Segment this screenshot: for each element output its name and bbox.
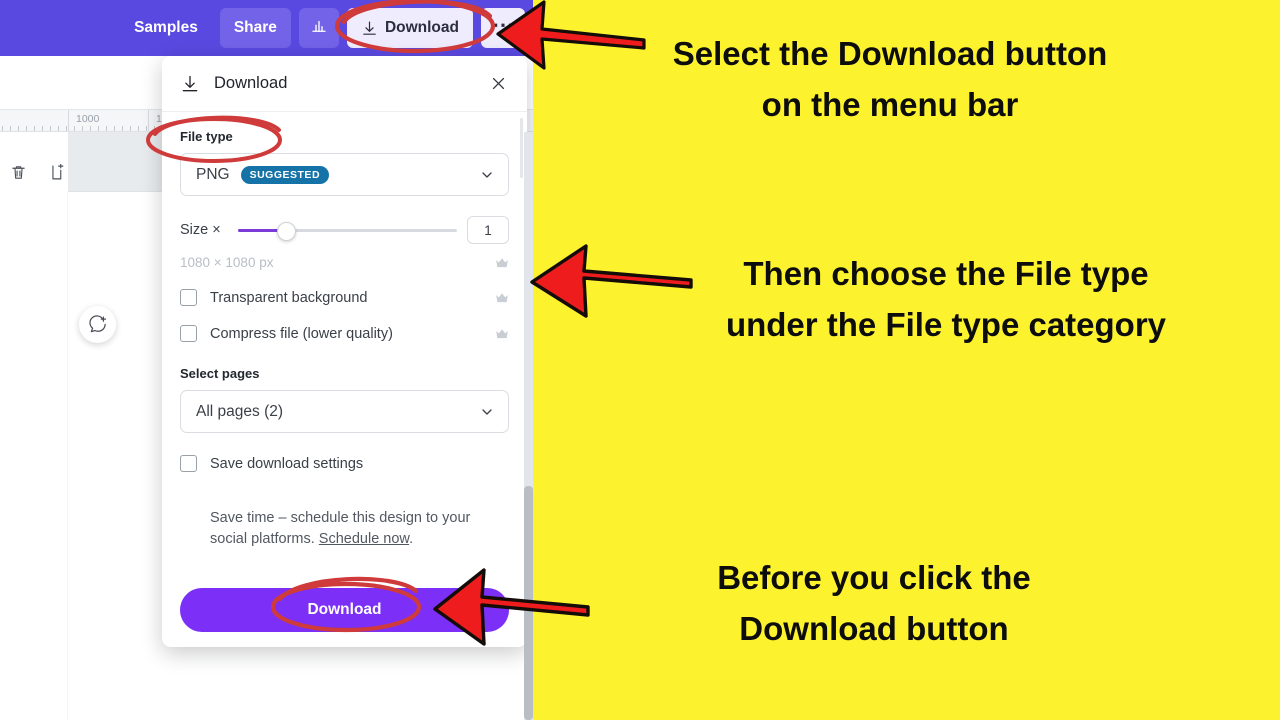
size-row: Size × 1 <box>180 216 509 244</box>
chevron-down-icon <box>479 167 495 183</box>
samples-label: Samples <box>134 19 198 36</box>
canva-app-region: 1000 1100 <box>0 0 533 720</box>
workspace-scrollbar-thumb[interactable] <box>524 486 533 720</box>
compress-file-row[interactable]: Compress file (lower quality) <box>180 325 509 342</box>
annotation-note-1: Select the Download button on the menu b… <box>672 35 1108 124</box>
save-download-settings-label: Save download settings <box>210 455 364 472</box>
compress-file-label: Compress file (lower quality) <box>210 325 393 342</box>
download-submit-button[interactable]: Download <box>180 588 509 632</box>
bar-chart-icon <box>310 17 328 40</box>
crown-icon <box>495 328 509 340</box>
crown-icon <box>495 257 509 269</box>
download-button-label: Download <box>384 19 459 36</box>
suggested-badge: SUGGESTED <box>240 165 330 184</box>
dimensions-row: 1080 × 1080 px <box>180 255 509 270</box>
share-button[interactable]: Share <box>219 8 291 48</box>
download-panel-body: File type PNG SUGGESTED Size × 1 1080 × … <box>162 112 527 550</box>
transparent-background-row[interactable]: Transparent background <box>180 289 509 306</box>
size-input[interactable]: 1 <box>467 216 509 244</box>
select-pages-label: Select pages <box>180 366 260 381</box>
download-panel: Download File type PNG SUGGESTED Size × … <box>162 56 527 647</box>
chevron-down-icon <box>479 404 495 420</box>
download-icon <box>361 20 378 37</box>
compress-file-checkbox[interactable] <box>180 325 197 342</box>
select-pages-value: All pages (2) <box>196 402 284 420</box>
annotation-note-3: Before you click the Download button <box>717 559 1031 648</box>
file-type-label: File type <box>180 129 233 144</box>
file-type-value: PNG <box>196 165 230 183</box>
insights-button[interactable] <box>298 8 339 48</box>
download-button[interactable]: Download <box>346 8 473 48</box>
file-type-select[interactable]: PNG SUGGESTED <box>180 153 509 196</box>
page-tools <box>0 155 120 189</box>
annotation-note-2: Then choose the File type under the File… <box>725 255 1167 344</box>
size-label: Size × <box>180 222 221 238</box>
transparent-background-checkbox[interactable] <box>180 289 197 306</box>
transparent-background-label: Transparent background <box>210 289 368 306</box>
download-submit-label: Download <box>307 601 382 618</box>
size-slider[interactable] <box>238 221 457 241</box>
schedule-now-link[interactable]: Schedule now <box>319 531 409 547</box>
add-page-icon[interactable] <box>44 160 68 184</box>
workspace-left-gutter <box>0 132 68 720</box>
samples-button[interactable]: Samples <box>120 8 212 48</box>
screenshot-root: 1000 1100 <box>0 0 1280 720</box>
close-icon[interactable] <box>485 71 511 97</box>
editor-topbar: Samples Share Download ⋯ <box>0 0 533 56</box>
delete-page-icon[interactable] <box>6 160 30 184</box>
schedule-hint: Save time – schedule this design to your… <box>180 508 509 550</box>
download-panel-title: Download <box>214 74 288 92</box>
crown-icon <box>495 292 509 304</box>
more-options-button[interactable]: ⋯ <box>481 8 525 48</box>
download-panel-header: Download <box>162 56 527 112</box>
download-icon <box>180 74 200 94</box>
save-download-settings-row[interactable]: Save download settings <box>180 455 509 472</box>
add-comment-button[interactable] <box>79 306 116 343</box>
size-slider-handle[interactable] <box>277 222 297 241</box>
dimensions-text: 1080 × 1080 px <box>180 255 274 270</box>
share-label: Share <box>233 19 277 36</box>
schedule-hint-suffix: . <box>409 531 414 548</box>
select-pages-select[interactable]: All pages (2) <box>180 390 509 433</box>
save-download-settings-checkbox[interactable] <box>180 455 197 472</box>
